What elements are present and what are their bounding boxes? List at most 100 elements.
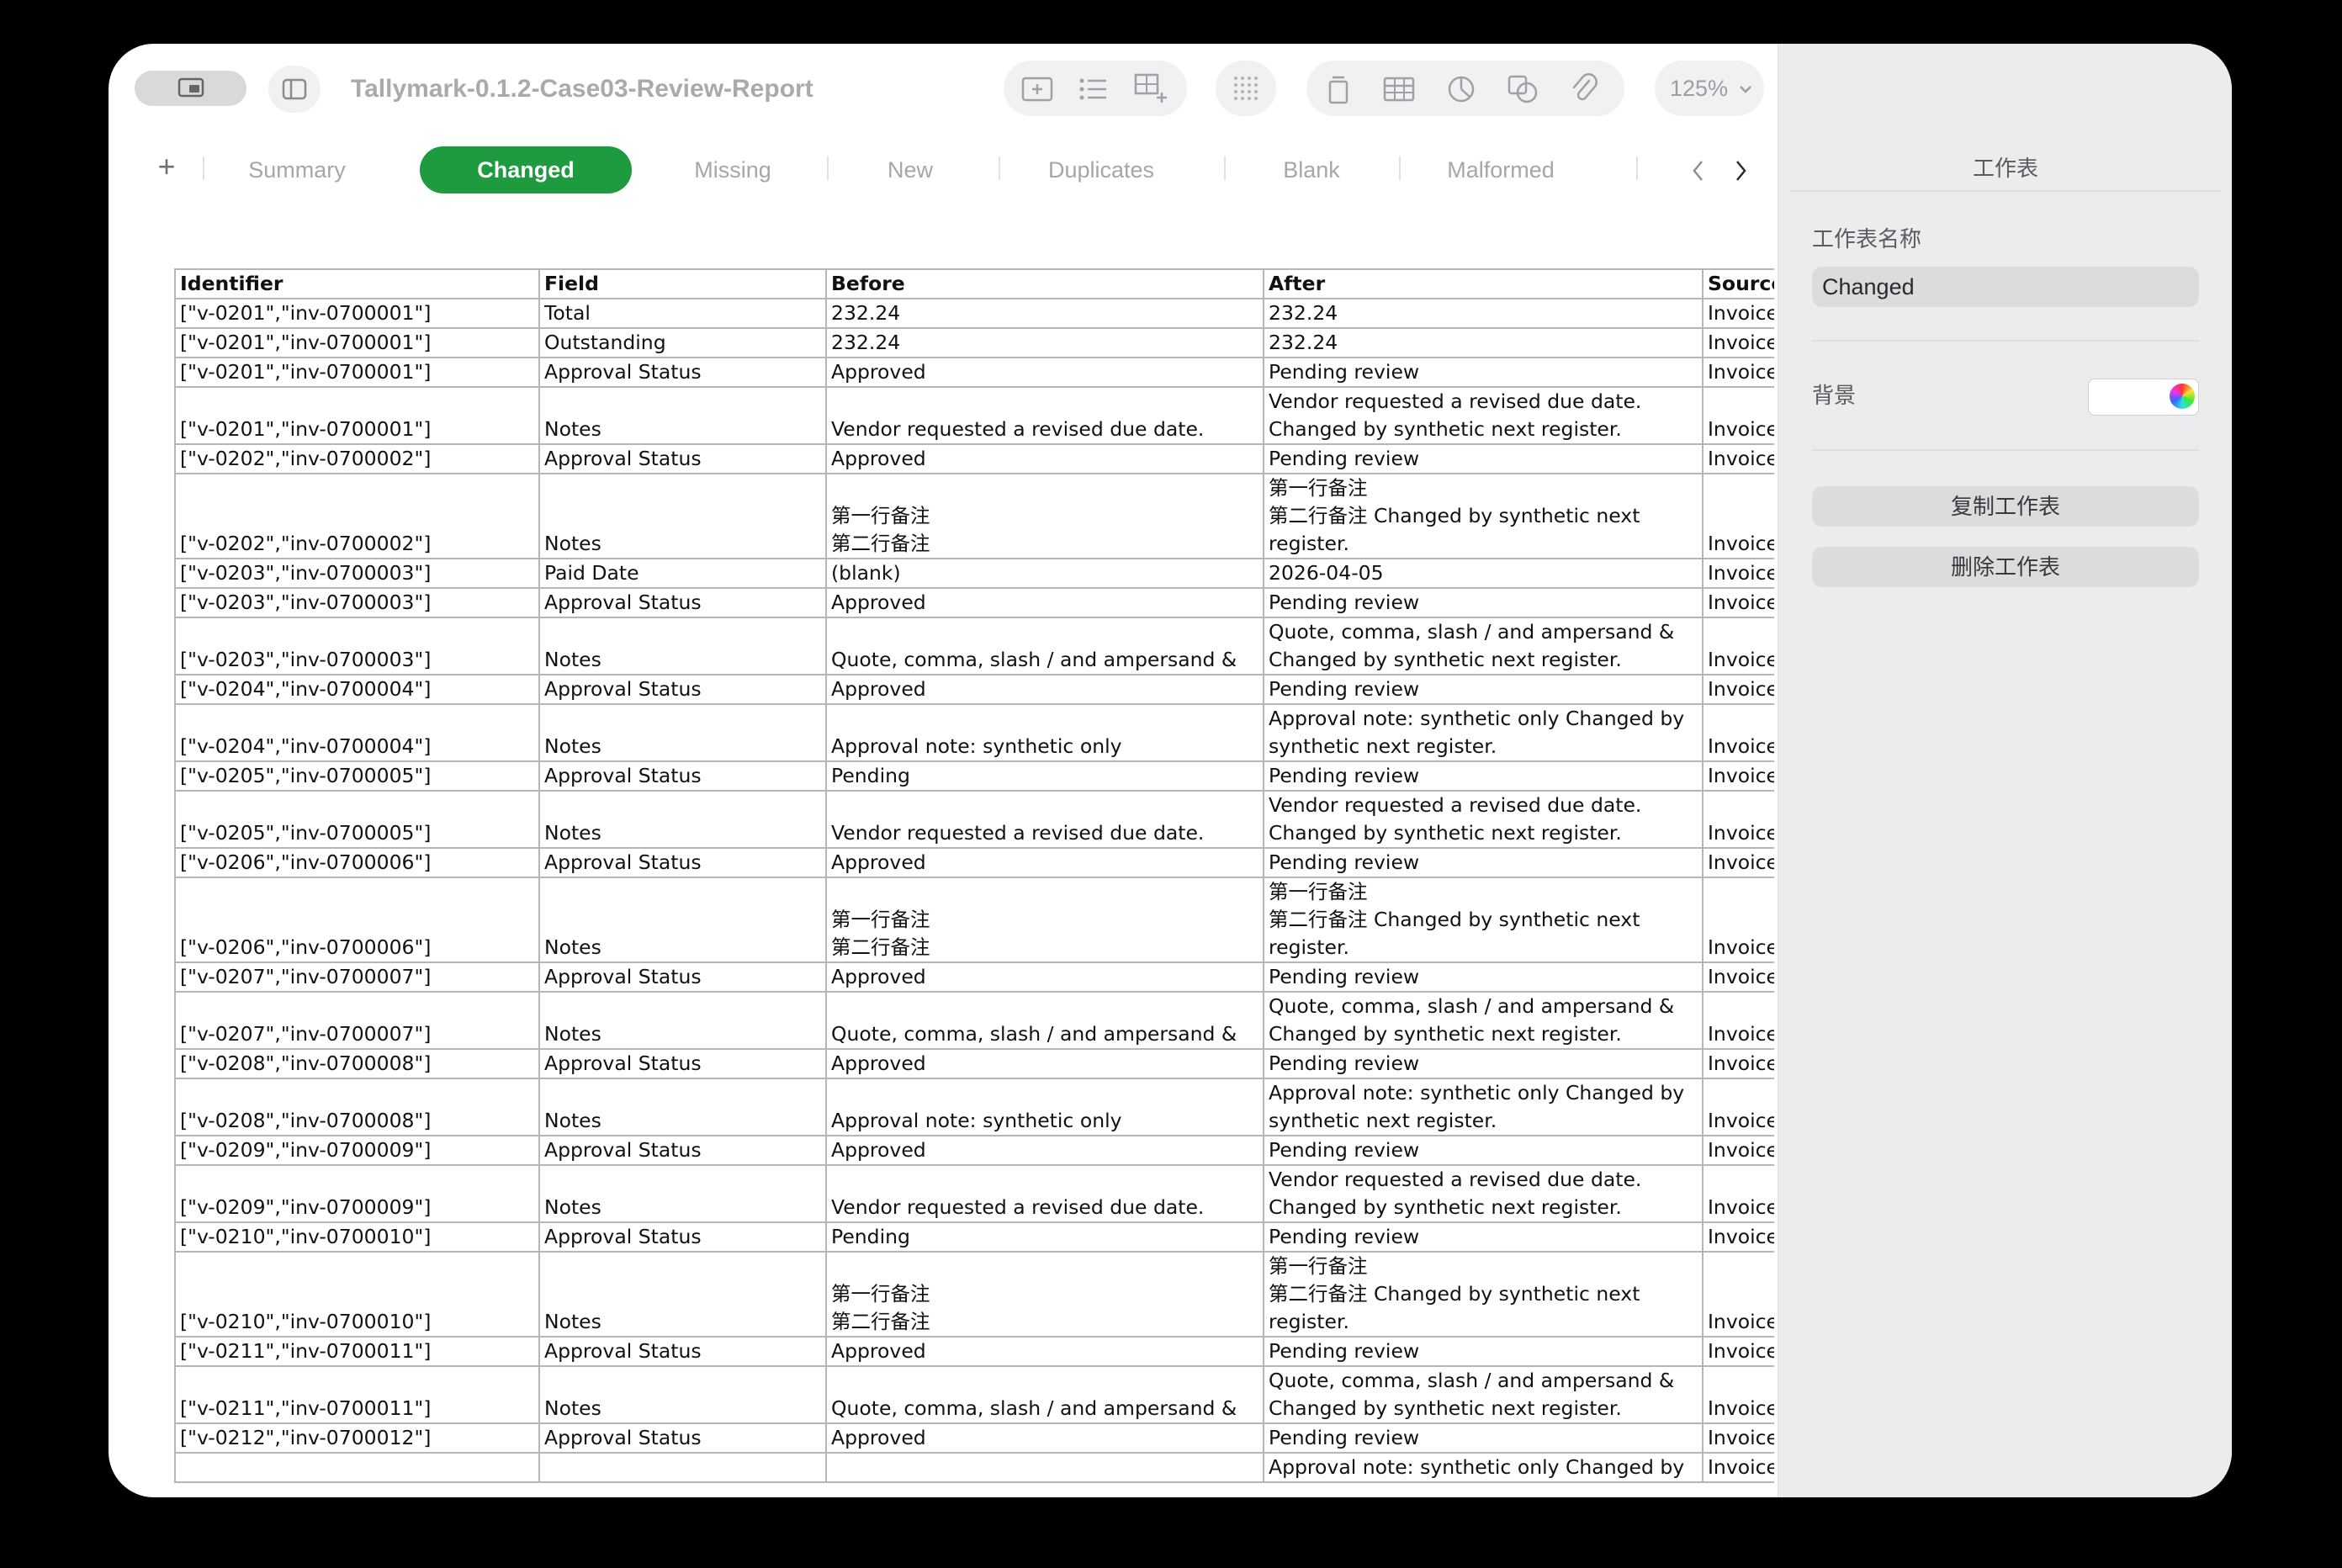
- table-cell[interactable]: ["v-0212","inv-0700012"]: [174, 1422, 540, 1454]
- table-cell[interactable]: Invoices: [1702, 558, 1774, 589]
- table-row[interactable]: ["v-0203","inv-0700003"] Approval Status A…: [174, 587, 1774, 618]
- table-cell[interactable]: Approval Status: [538, 443, 827, 474]
- table-row[interactable]: ["v-0207","inv-0700007"] Approval Status A…: [174, 961, 1774, 993]
- table-cell[interactable]: ["v-0206","inv-0700006"]: [174, 877, 540, 963]
- table-cell[interactable]: ["v-0211","inv-0700011"]: [174, 1365, 540, 1424]
- tab-blank[interactable]: Blank: [1253, 146, 1370, 193]
- table-cell[interactable]: 第一行备注 第二行备注 Changed by synthetic next re…: [1263, 473, 1704, 559]
- grid-button[interactable]: [1216, 61, 1276, 116]
- table-cell[interactable]: Notes: [538, 991, 827, 1050]
- table-cell[interactable]: ["v-0203","inv-0700003"]: [174, 558, 540, 589]
- table-cell[interactable]: ["v-0204","inv-0700004"]: [174, 674, 540, 705]
- table-cell[interactable]: [825, 1452, 1264, 1483]
- table-row[interactable]: Approval note: synthetic only Changed by…: [174, 1452, 1774, 1483]
- color-wheel-icon[interactable]: [2170, 384, 2195, 409]
- table-cell[interactable]: Invoices: [1702, 961, 1774, 993]
- table-cell[interactable]: Vendor requested a revised due date. Cha…: [1263, 1164, 1704, 1223]
- table-cell[interactable]: Pending: [825, 760, 1264, 792]
- table-cell[interactable]: Invoices: [1702, 587, 1774, 618]
- table-cell[interactable]: Invoices: [1702, 790, 1774, 849]
- table-cell[interactable]: Notes: [538, 703, 827, 762]
- table-row[interactable]: ["v-0207","inv-0700007"] Notes Quote, comm…: [174, 991, 1774, 1050]
- table-cell[interactable]: Invoices: [1702, 1164, 1774, 1223]
- table-row[interactable]: ["v-0202","inv-0700002"] Approval Status A…: [174, 443, 1774, 474]
- background-color-well[interactable]: [2088, 379, 2199, 416]
- table-row[interactable]: ["v-0204","inv-0700004"] Approval Status A…: [174, 674, 1774, 705]
- table-row[interactable]: ["v-0203","inv-0700003"] Paid Date (blank)…: [174, 558, 1774, 589]
- table-cell[interactable]: Approved: [825, 357, 1264, 388]
- table-row[interactable]: ["v-0202","inv-0700002"] Notes 第一行备注 第二行备注…: [174, 473, 1774, 559]
- delete-sheet-button[interactable]: 删除工作表: [1812, 547, 2199, 587]
- table-cell[interactable]: Invoices: [1702, 703, 1774, 762]
- table-row[interactable]: ["v-0209","inv-0700009"] Notes Vendor requ…: [174, 1164, 1774, 1223]
- table-cell[interactable]: Pending review: [1263, 1048, 1704, 1079]
- table-cell[interactable]: Approval note: synthetic only Changed by…: [1263, 703, 1704, 762]
- table-cell[interactable]: Notes: [538, 877, 827, 963]
- table-cell[interactable]: [174, 1452, 540, 1483]
- table-cell[interactable]: Invoices: [1702, 1452, 1774, 1483]
- table-cell[interactable]: ["v-0207","inv-0700007"]: [174, 991, 540, 1050]
- table-row[interactable]: ["v-0206","inv-0700006"] Notes 第一行备注 第二行备注…: [174, 877, 1774, 963]
- table-row[interactable]: ["v-0210","inv-0700010"] Notes 第一行备注 第二行备注…: [174, 1251, 1774, 1338]
- table-cell[interactable]: Approval note: synthetic only Changed by…: [1263, 1078, 1704, 1136]
- table-cell[interactable]: Notes: [538, 790, 827, 849]
- table-cell[interactable]: Invoices: [1702, 991, 1774, 1050]
- table-cell[interactable]: Invoices: [1702, 1336, 1774, 1367]
- table-cell[interactable]: Notes: [538, 1078, 827, 1136]
- column-header[interactable]: Source: [1702, 268, 1774, 299]
- table-cell[interactable]: Approved: [825, 961, 1264, 993]
- tab-scroll-left-icon[interactable]: [1690, 158, 1707, 183]
- table-cell[interactable]: 232.24: [825, 327, 1264, 358]
- table-row[interactable]: ["v-0204","inv-0700004"] Notes Approval no…: [174, 703, 1774, 762]
- list-icon[interactable]: [1078, 76, 1108, 103]
- table-cell[interactable]: Approval Status: [538, 357, 827, 388]
- table-row[interactable]: ["v-0201","inv-0700001"] Outstanding 232.2…: [174, 327, 1774, 358]
- table-cell[interactable]: Quote, comma, slash / and ampersand & Ch…: [1263, 617, 1704, 675]
- table-cell[interactable]: Pending review: [1263, 1422, 1704, 1454]
- table-cell[interactable]: Invoices: [1702, 1251, 1774, 1338]
- table-cell[interactable]: Vendor requested a revised due date. Cha…: [1263, 386, 1704, 445]
- table-cell[interactable]: Notes: [538, 386, 827, 445]
- table-cell[interactable]: ["v-0202","inv-0700002"]: [174, 443, 540, 474]
- table-cell[interactable]: Pending review: [1263, 587, 1704, 618]
- table-cell[interactable]: Pending review: [1263, 1135, 1704, 1166]
- table-cell[interactable]: Pending review: [1263, 1221, 1704, 1253]
- table-cell[interactable]: Approved: [825, 847, 1264, 878]
- table-cell[interactable]: Approval Status: [538, 1048, 827, 1079]
- table-cell[interactable]: 第一行备注 第二行备注: [825, 877, 1264, 963]
- table-cell[interactable]: Invoices: [1702, 327, 1774, 358]
- table-cell[interactable]: ["v-0209","inv-0700009"]: [174, 1135, 540, 1166]
- table-cell[interactable]: Notes: [538, 1365, 827, 1424]
- table-cell[interactable]: 第一行备注 第二行备注 Changed by synthetic next re…: [1263, 1251, 1704, 1338]
- table-cell[interactable]: 232.24: [1263, 298, 1704, 329]
- table-cell[interactable]: 2026-04-05: [1263, 558, 1704, 589]
- text-box-icon[interactable]: [1325, 74, 1352, 104]
- column-header[interactable]: After: [1263, 268, 1704, 299]
- table-cell[interactable]: Vendor requested a revised due date.: [825, 1164, 1264, 1223]
- table-row[interactable]: ["v-0208","inv-0700008"] Notes Approval no…: [174, 1078, 1774, 1136]
- table-row[interactable]: ["v-0205","inv-0700005"] Notes Vendor requ…: [174, 790, 1774, 849]
- add-cells-icon[interactable]: [1133, 72, 1170, 104]
- table-cell[interactable]: Approved: [825, 443, 1264, 474]
- table-cell[interactable]: Invoices: [1702, 1422, 1774, 1454]
- table-cell[interactable]: Pending: [825, 1221, 1264, 1253]
- table-row[interactable]: ["v-0212","inv-0700012"] Approval Status A…: [174, 1422, 1774, 1454]
- table-cell[interactable]: Invoices: [1702, 1221, 1774, 1253]
- table-row[interactable]: ["v-0206","inv-0700006"] Approval Status A…: [174, 847, 1774, 878]
- table-cell[interactable]: (blank): [825, 558, 1264, 589]
- table-cell[interactable]: Pending review: [1263, 961, 1704, 993]
- table-cell[interactable]: ["v-0207","inv-0700007"]: [174, 961, 540, 993]
- table-cell[interactable]: Invoices: [1702, 1365, 1774, 1424]
- table-cell[interactable]: Invoices: [1702, 443, 1774, 474]
- table-cell[interactable]: 第一行备注 第二行备注: [825, 1251, 1264, 1338]
- table-cell[interactable]: Notes: [538, 1164, 827, 1223]
- table-cell[interactable]: 232.24: [825, 298, 1264, 329]
- table-cell[interactable]: Invoices: [1702, 847, 1774, 878]
- table-cell[interactable]: Approved: [825, 1135, 1264, 1166]
- table-cell[interactable]: Pending review: [1263, 674, 1704, 705]
- tab-new[interactable]: New: [847, 146, 973, 193]
- table-cell[interactable]: Pending review: [1263, 1336, 1704, 1367]
- sidebar-toggle-button[interactable]: [268, 66, 321, 113]
- table-cell[interactable]: ["v-0201","inv-0700001"]: [174, 357, 540, 388]
- table-row[interactable]: ["v-0211","inv-0700011"] Notes Quote, comm…: [174, 1365, 1774, 1424]
